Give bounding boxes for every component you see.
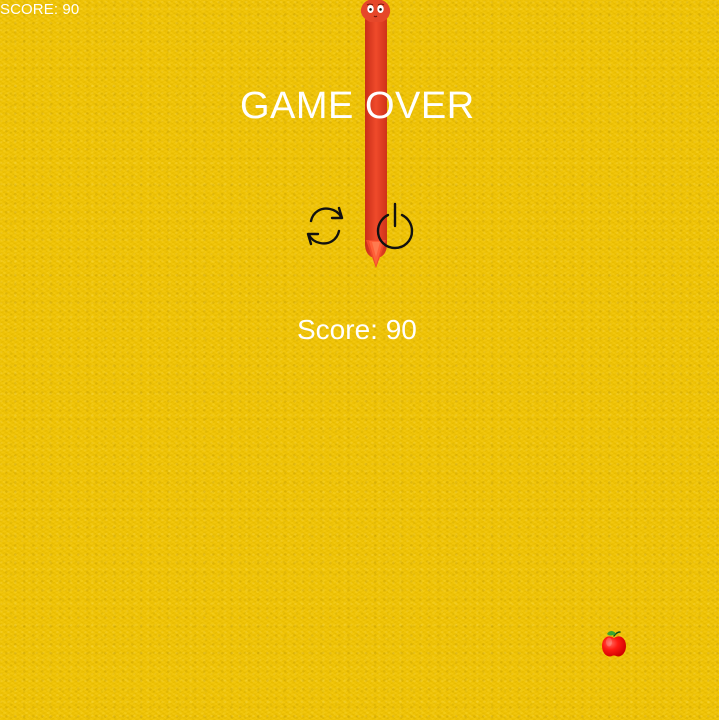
- hud-score-label: SCORE: 90: [0, 1, 80, 18]
- power-icon: [371, 200, 419, 252]
- restart-button[interactable]: [301, 200, 349, 252]
- game-canvas: SCORE: 90 GAME OVER Score: 90: [0, 0, 719, 720]
- game-over-title: GAME OVER: [240, 85, 475, 127]
- apple-icon: [598, 628, 630, 660]
- final-score-label: Score: 90: [297, 314, 417, 345]
- restart-icon: [301, 200, 349, 252]
- power-button[interactable]: [371, 200, 419, 252]
